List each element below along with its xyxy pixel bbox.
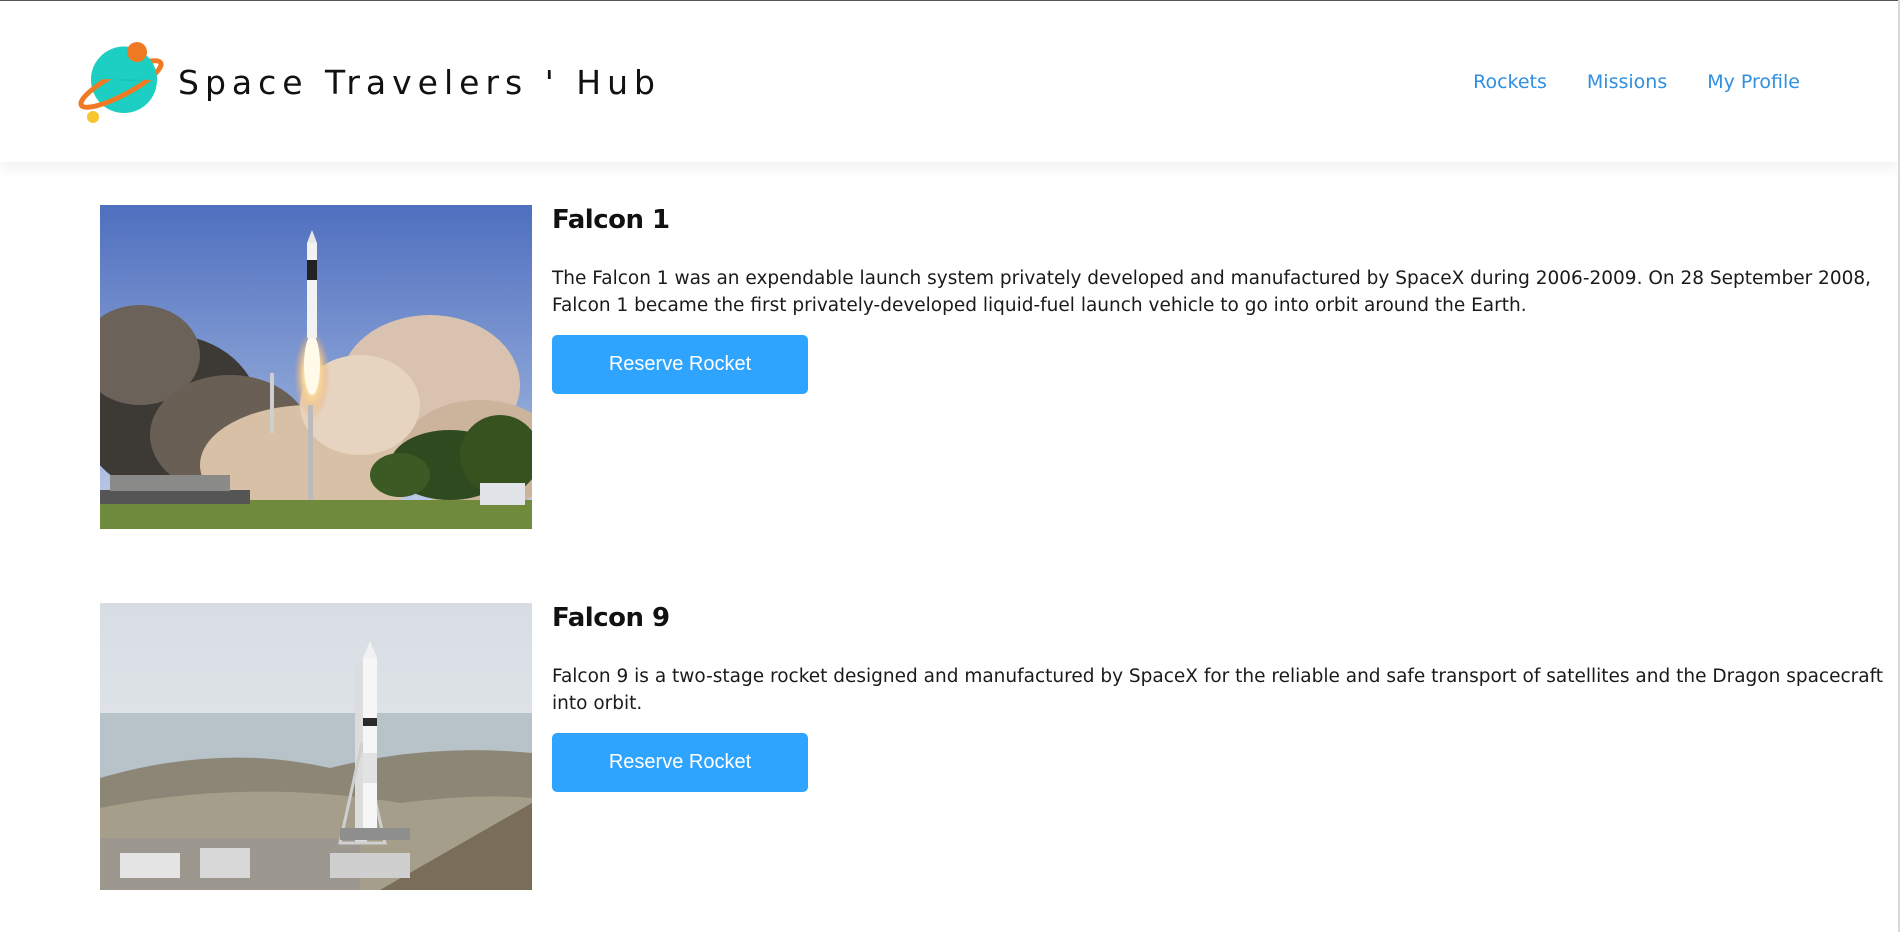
rocket-name: Falcon 1 [552,205,670,235]
falcon-1-launch-image [100,205,532,529]
rocket-info: Falcon 9 Falcon 9 is a two-stage rocket … [552,603,1900,890]
reserve-rocket-button[interactable]: Reserve Rocket [552,335,808,394]
rocket-image [100,205,532,529]
planet-logo-icon [78,42,164,123]
nav-my-profile[interactable]: My Profile [1707,71,1800,93]
rocket-card: Falcon 1 The Falcon 1 was an expendable … [100,205,1900,529]
brand[interactable]: Space Travelers ' Hub [78,39,661,125]
rocket-name: Falcon 9 [552,603,670,633]
rocket-info: Falcon 1 The Falcon 1 was an expendable … [552,205,1900,529]
rocket-description: The Falcon 1 was an expendable launch sy… [552,268,1872,316]
reserve-rocket-button[interactable]: Reserve Rocket [552,733,808,792]
falcon-9-pad-image [100,603,532,890]
rocket-description: Falcon 9 is a two-stage rocket designed … [552,666,1884,714]
nav-rockets[interactable]: Rockets [1473,71,1547,93]
site-title: Space Travelers ' Hub [178,62,661,102]
main-nav: Rockets Missions My Profile [1473,71,1800,93]
site-header: Space Travelers ' Hub Rockets Missions M… [0,1,1900,162]
nav-missions[interactable]: Missions [1587,71,1667,93]
rocket-card: Falcon 9 Falcon 9 is a two-stage rocket … [100,603,1900,890]
rocket-image [100,603,532,890]
